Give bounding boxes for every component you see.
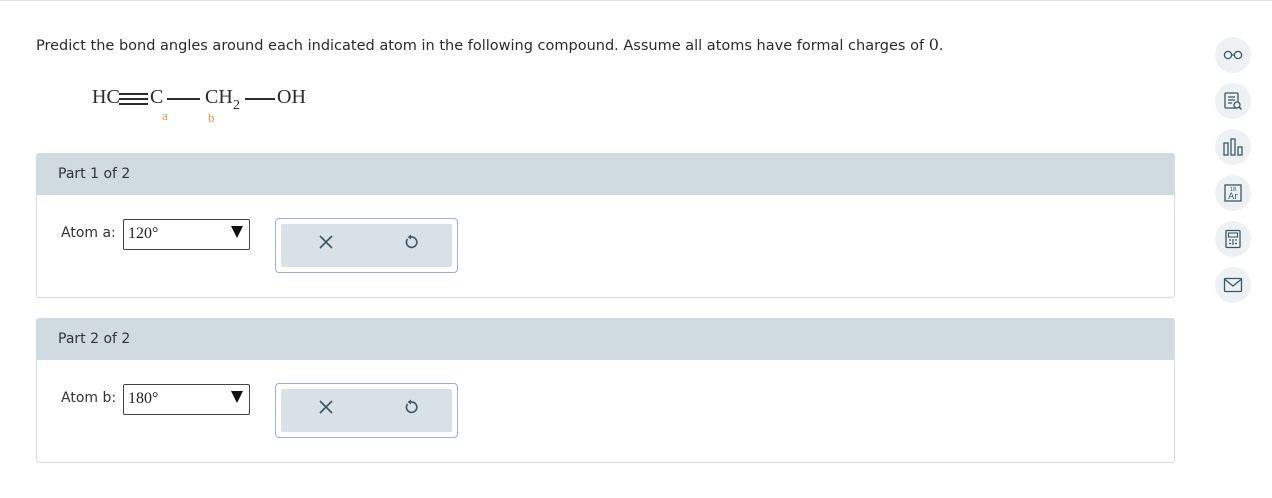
part-1-action-bar bbox=[281, 224, 452, 267]
close-icon[interactable] bbox=[319, 400, 333, 414]
close-icon[interactable] bbox=[319, 235, 333, 249]
undo-icon[interactable] bbox=[403, 399, 419, 415]
atom-b-selected-value: 180° bbox=[128, 390, 159, 407]
atom-b-angle-select[interactable]: 180° bbox=[123, 384, 250, 415]
dropdown-arrow-icon bbox=[231, 226, 243, 238]
svg-text:Ar: Ar bbox=[1228, 192, 1238, 202]
mail-tool-button[interactable] bbox=[1215, 267, 1251, 303]
reference-tool-button[interactable] bbox=[1215, 83, 1251, 119]
formal-charge-value: 0 bbox=[928, 35, 939, 54]
atom-a-selected-value: 120° bbox=[128, 225, 159, 242]
atom-hc: HC bbox=[92, 86, 120, 108]
glasses-icon bbox=[1223, 50, 1243, 60]
triple-bond-line-3 bbox=[119, 103, 148, 105]
calculator-icon bbox=[1225, 229, 1241, 249]
part-1-title: Part 1 of 2 bbox=[58, 166, 131, 182]
triple-bond-line-1 bbox=[119, 93, 148, 95]
part-2-title: Part 2 of 2 bbox=[58, 331, 131, 347]
top-divider bbox=[0, 0, 1272, 1]
calculator-tool-button[interactable] bbox=[1215, 221, 1251, 257]
part-2-action-bar bbox=[281, 389, 452, 432]
part-1-actions bbox=[275, 218, 458, 273]
triple-bond-line-2 bbox=[119, 98, 148, 100]
data-tool-button[interactable] bbox=[1215, 129, 1251, 165]
atom-c: C bbox=[150, 86, 164, 108]
question-prompt: Predict the bond angles around each indi… bbox=[36, 38, 925, 54]
undo-icon[interactable] bbox=[403, 234, 419, 250]
atom-ch2: CH bbox=[205, 86, 233, 108]
dropdown-arrow-icon bbox=[231, 391, 243, 403]
part-1-panel: Part 1 of 2 Atom a: 120° bbox=[36, 153, 1175, 298]
glasses-tool-button[interactable] bbox=[1215, 37, 1251, 73]
question-text: Predict the bond angles around each indi… bbox=[36, 35, 943, 54]
atom-label-a: a bbox=[162, 108, 168, 123]
part-1-header: Part 1 of 2 bbox=[37, 154, 1174, 195]
part-2-actions bbox=[275, 383, 458, 438]
periodic-table-icon: 18 Ar bbox=[1224, 184, 1242, 202]
data-chart-icon bbox=[1223, 138, 1243, 156]
atom-label-b: b bbox=[208, 110, 215, 125]
atom-b-label: Atom b: bbox=[61, 390, 117, 406]
atom-a-label: Atom a: bbox=[61, 225, 116, 241]
subscript-2: 2 bbox=[233, 98, 240, 113]
atom-oh: OH bbox=[277, 86, 306, 108]
part-2-panel: Part 2 of 2 Atom b: 180° bbox=[36, 318, 1175, 463]
periodic-table-tool-button[interactable]: 18 Ar bbox=[1215, 175, 1251, 211]
question-end: . bbox=[938, 38, 944, 54]
reference-icon bbox=[1224, 92, 1242, 110]
mail-icon bbox=[1223, 277, 1243, 293]
part-2-header: Part 2 of 2 bbox=[37, 319, 1174, 360]
single-bond-1 bbox=[167, 98, 200, 100]
atom-a-angle-select[interactable]: 120° bbox=[123, 219, 250, 250]
single-bond-2 bbox=[245, 98, 275, 100]
